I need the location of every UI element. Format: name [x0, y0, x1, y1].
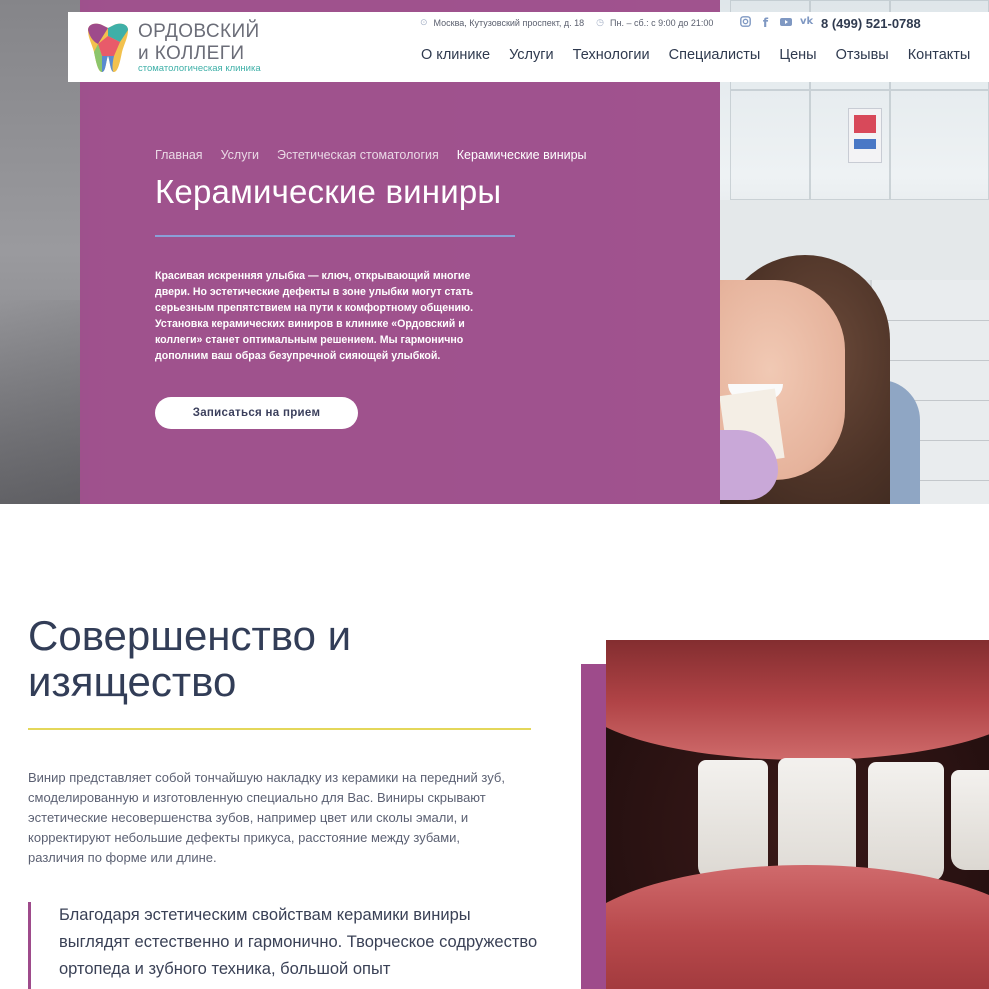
logo-title-line1[interactable]: ОРДОВСКИЙ: [138, 21, 260, 43]
tooth: [698, 760, 768, 880]
social-links: f vk: [740, 16, 813, 30]
title-divider: [155, 235, 515, 237]
hours-text: Пн. – сб.: с 9:00 до 21:00: [610, 17, 714, 28]
appointment-button[interactable]: Записаться на прием: [155, 397, 358, 429]
tooth-logo-icon[interactable]: [84, 22, 132, 74]
page-title: Керамические виниры: [155, 173, 502, 210]
section-title: Совершенство и изящество: [28, 612, 352, 705]
wall-tile: [730, 90, 810, 200]
address-text: Москва, Кутузовский проспект, д. 18: [433, 17, 585, 28]
breadcrumb-item-aesthetic[interactable]: Эстетическая стоматология: [277, 148, 439, 162]
breadcrumb-item-current: Керамические виниры: [456, 148, 587, 162]
smile-closeup-photo: [606, 640, 989, 989]
wall-dispenser: [848, 108, 882, 163]
site-header: ОРДОВСКИЙ и КОЛЛЕГИ стоматологическая кл…: [68, 12, 989, 82]
breadcrumb-item-services[interactable]: Услуги: [221, 148, 259, 162]
breadcrumb-item-home[interactable]: Главная: [155, 148, 203, 162]
nav-item-services[interactable]: Услуги: [509, 47, 554, 63]
logo-title-line2[interactable]: и КОЛЛЕГИ: [138, 43, 244, 65]
vk-icon[interactable]: vk: [800, 16, 813, 30]
breadcrumb: Главная Услуги Эстетическая стоматология…: [155, 148, 587, 162]
tooth: [868, 762, 944, 882]
upper-lip: [606, 640, 989, 760]
logo-subtitle: стоматологическая клиника: [138, 63, 261, 74]
clock-icon: ◷: [596, 17, 604, 27]
instagram-icon[interactable]: [740, 16, 751, 30]
nav-item-specialists[interactable]: Специалисты: [669, 47, 761, 63]
facebook-icon[interactable]: f: [760, 16, 771, 30]
main-nav: О клинике Услуги Технологии Специалисты …: [421, 47, 970, 63]
contact-info: ⊙ Москва, Кутузовский проспект, д. 18 ◷ …: [420, 17, 713, 28]
nav-item-reviews[interactable]: Отзывы: [836, 47, 889, 63]
nav-item-about[interactable]: О клинике: [421, 47, 490, 63]
section-quote: Благодаря эстетическим свойствам керамик…: [28, 902, 538, 989]
nav-item-technologies[interactable]: Технологии: [573, 47, 650, 63]
tooth: [951, 770, 989, 870]
hero-description: Красивая искренняя улыбка — ключ, открыв…: [155, 270, 474, 362]
youtube-icon[interactable]: [780, 16, 792, 30]
nav-item-contacts[interactable]: Контакты: [908, 47, 971, 63]
hero-background-floor: [0, 300, 80, 504]
lower-lip: [606, 865, 989, 989]
location-pin-icon: ⊙: [420, 17, 428, 27]
phone-number[interactable]: 8 (499) 521-0788: [821, 16, 921, 31]
wall-tile: [890, 90, 989, 200]
section-text: Винир представляет собой тончайшую накла…: [28, 770, 505, 865]
nav-item-prices[interactable]: Цены: [779, 47, 816, 63]
section-divider: [28, 728, 531, 730]
